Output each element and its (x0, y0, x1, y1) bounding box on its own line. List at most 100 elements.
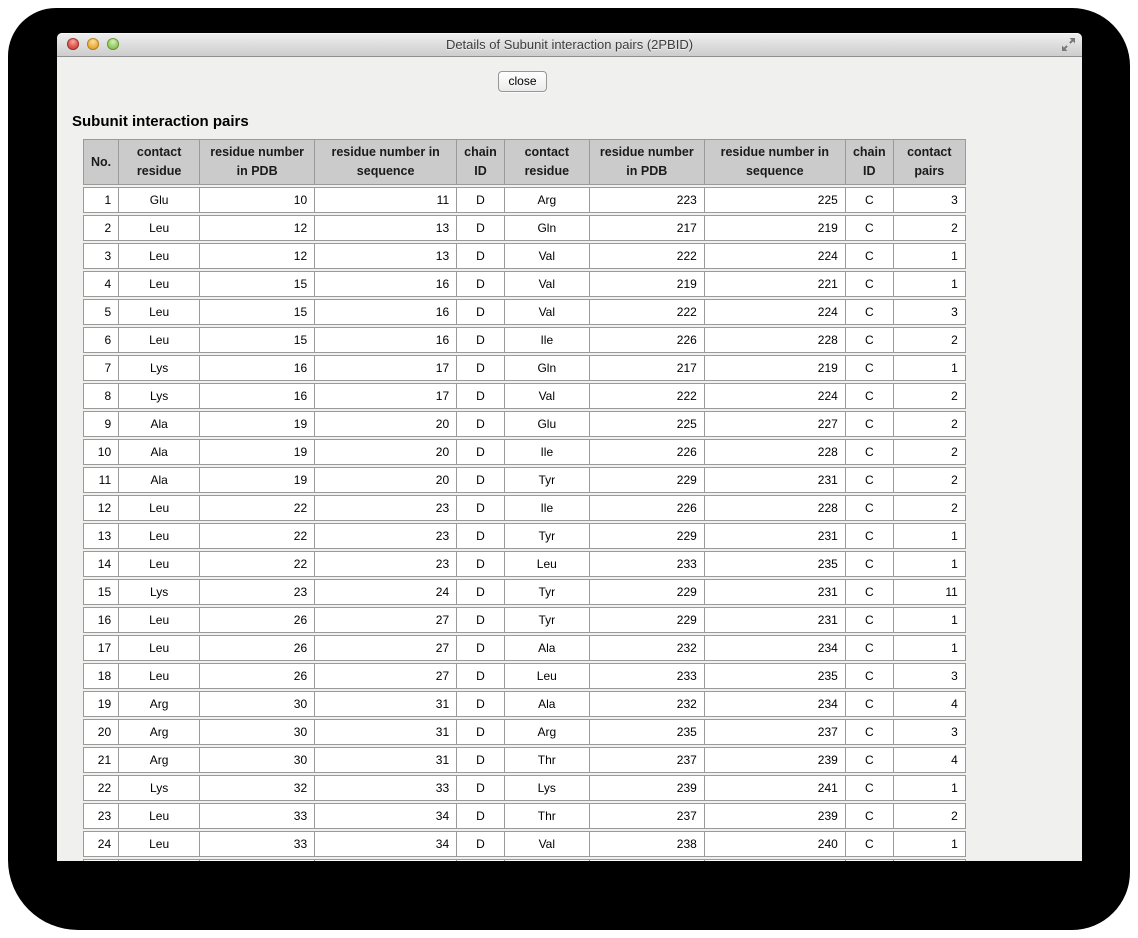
table-cell (703, 859, 845, 861)
table-cell: 20 (83, 719, 119, 745)
table-cell: D (456, 215, 504, 241)
table-cell: D (456, 719, 504, 745)
resize-diagonal-arrows-icon[interactable] (1061, 37, 1076, 52)
table-cell: 11 (314, 187, 457, 213)
table-cell: 19 (199, 467, 315, 493)
table-cell: 2 (892, 383, 966, 409)
table-cell: 233 (588, 551, 704, 577)
table-cell (892, 859, 966, 861)
table-cell: 1 (892, 775, 966, 801)
table-cell: Leu (118, 635, 200, 661)
table-cell: C (844, 523, 893, 549)
table-cell: 26 (199, 635, 315, 661)
table-cell: 219 (703, 355, 845, 381)
table-cell: 30 (199, 719, 315, 745)
table-cell: 226 (588, 439, 704, 465)
table-cell: 219 (703, 215, 845, 241)
table-cell: D (456, 495, 504, 521)
table-cell: 237 (588, 803, 704, 829)
table-cell: 227 (703, 411, 845, 437)
table-cell: 224 (703, 243, 845, 269)
table-cell: Ala (503, 691, 589, 717)
table-cell: 240 (703, 831, 845, 857)
table-row: 12 Leu 22 23 D Ile 226 228 C 2 (83, 495, 966, 521)
table-cell: D (456, 327, 504, 353)
table-row: 5 Leu 15 16 D Val 222 224 C 3 (83, 299, 966, 325)
table-cell: 24 (314, 579, 457, 605)
table-cell: C (844, 383, 893, 409)
table-cell: 33 (199, 831, 315, 857)
table-cell (118, 859, 200, 861)
close-button[interactable]: close (498, 71, 547, 92)
table-cell: 23 (314, 523, 457, 549)
table-cell: 231 (703, 467, 845, 493)
table-cell: 222 (588, 299, 704, 325)
table-cell: 3 (83, 243, 119, 269)
table-cell: 232 (588, 691, 704, 717)
table-cell: Leu (118, 243, 200, 269)
table-cell: 15 (83, 579, 119, 605)
table-cell: 1 (892, 551, 966, 577)
table-cell: Val (503, 383, 589, 409)
details-window: Details of Subunit interaction pairs (2P… (57, 33, 1082, 861)
table-cell: 9 (83, 411, 119, 437)
table-cell: C (844, 467, 893, 493)
table-cell: 27 (314, 635, 457, 661)
table-cell: 13 (83, 523, 119, 549)
table-cell: Gln (503, 215, 589, 241)
table-cell: D (456, 551, 504, 577)
table-cell: 231 (703, 607, 845, 633)
table-cell: 1 (892, 523, 966, 549)
table-cell: C (844, 719, 893, 745)
table-cell: 30 (199, 691, 315, 717)
table-cell: D (456, 663, 504, 689)
toolbar: close (83, 71, 962, 92)
table-cell: 222 (588, 383, 704, 409)
table-body: 1 Glu 10 11 D Arg 223 225 C 3 2 Leu 12 13 D Gln 217 219 C 2… (83, 187, 966, 861)
table-cell: Leu (118, 831, 200, 857)
table-cell: 232 (588, 635, 704, 661)
table-cell: Thr (503, 803, 589, 829)
table-row: 21 Arg 30 31 D Thr 237 239 C 4 (83, 747, 966, 773)
table-cell: 12 (83, 495, 119, 521)
table-cell: Ile (503, 495, 589, 521)
table-cell: 2 (892, 215, 966, 241)
table-cell: Leu (118, 523, 200, 549)
table-cell: C (844, 411, 893, 437)
table-cell: D (456, 579, 504, 605)
table-row: 20 Arg 30 31 D Arg 235 237 C 3 (83, 719, 966, 745)
table-cell: 2 (892, 495, 966, 521)
column-header: No. (83, 139, 119, 185)
table-cell: D (456, 271, 504, 297)
table-cell: 2 (83, 215, 119, 241)
table-cell: Leu (503, 551, 589, 577)
table-cell: 32 (199, 775, 315, 801)
table-cell: 17 (314, 355, 457, 381)
table-cell: C (844, 187, 893, 213)
table-cell: D (456, 523, 504, 549)
table-cell: 231 (703, 579, 845, 605)
table-cell: 229 (588, 579, 704, 605)
table-cell: Leu (118, 551, 200, 577)
table-cell: 1 (892, 831, 966, 857)
table-row: 23 Leu 33 34 D Thr 237 239 C 2 (83, 803, 966, 829)
table-cell: D (456, 803, 504, 829)
interaction-table: No. contact residue residue number in PDB r… (83, 137, 966, 861)
table-cell: 231 (703, 523, 845, 549)
table-cell: 226 (588, 327, 704, 353)
table-cell: 11 (892, 579, 966, 605)
header-row: No. contact residue residue number in PDB r… (83, 139, 966, 185)
table-cell (503, 859, 589, 861)
table-cell: C (844, 691, 893, 717)
table-cell: 16 (83, 607, 119, 633)
table-cell: 19 (83, 691, 119, 717)
table-cell: 4 (83, 271, 119, 297)
table-cell: Ile (503, 327, 589, 353)
table-cell: C (844, 271, 893, 297)
table-cell: 223 (588, 187, 704, 213)
table-cell: 16 (199, 355, 315, 381)
table-cell: 11 (83, 467, 119, 493)
window-titlebar[interactable]: Details of Subunit interaction pairs (2P… (57, 33, 1082, 57)
table-cell: Lys (118, 775, 200, 801)
table-cell (588, 859, 704, 861)
